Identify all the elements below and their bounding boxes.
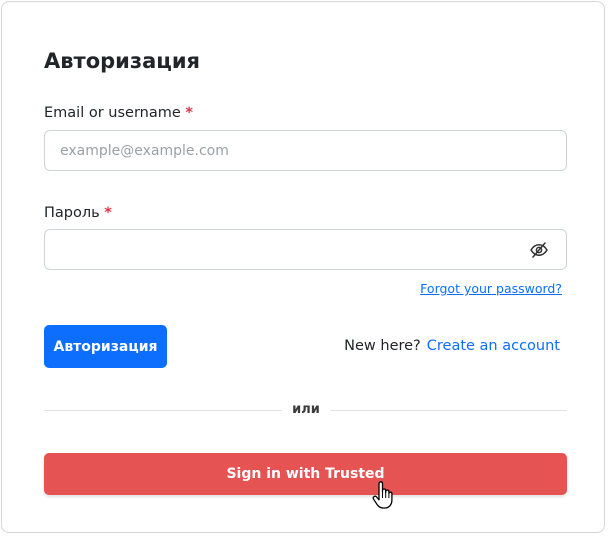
email-input[interactable] [44, 130, 567, 171]
sign-in-trusted-button[interactable]: Sign in with Trusted [44, 453, 567, 495]
login-card: Авторизация Email or username * Пароль *… [1, 1, 605, 533]
email-label-text: Email or username [44, 105, 181, 121]
required-mark: * [104, 205, 112, 221]
password-input[interactable] [44, 229, 567, 270]
divider-text: или [282, 402, 330, 417]
password-label: Пароль * [44, 205, 112, 221]
eye-slash-icon[interactable] [529, 240, 549, 260]
required-mark: * [185, 105, 193, 121]
login-button[interactable]: Авторизация [44, 325, 167, 368]
divider: или [2, 402, 608, 417]
create-account-link[interactable]: Create an account [427, 338, 560, 354]
new-here-text: New here? [344, 338, 421, 354]
email-label: Email or username * [44, 105, 193, 121]
signup-prompt: New here? Create an account [344, 338, 560, 354]
page-title: Авторизация [44, 49, 201, 73]
password-label-text: Пароль [44, 205, 100, 221]
forgot-password-link[interactable]: Forgot your password? [420, 281, 562, 296]
